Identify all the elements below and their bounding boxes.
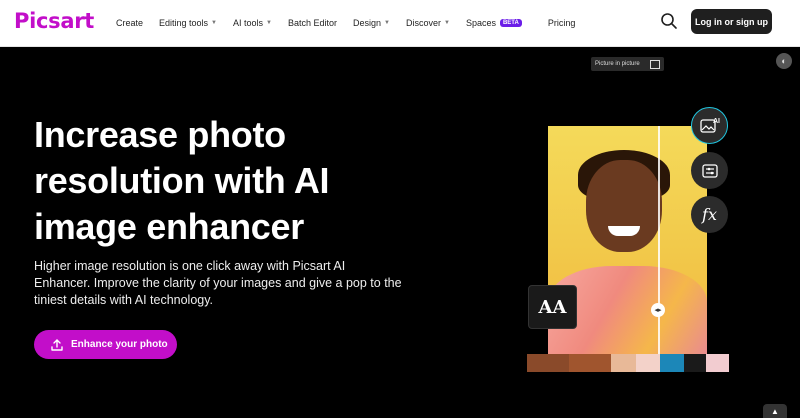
nav-label: Design: [353, 18, 382, 28]
search-icon[interactable]: [660, 12, 678, 30]
chevron-down-icon: ▼: [211, 20, 217, 26]
ai-image-tool-button[interactable]: AI: [691, 107, 728, 144]
nav-design[interactable]: Design ▼: [353, 18, 390, 28]
palette-swatch: [611, 354, 636, 372]
color-palette: [527, 354, 729, 372]
nav-label: Pricing: [547, 18, 576, 28]
photo-smile: [608, 226, 640, 236]
enhance-photo-button[interactable]: Enhance your photo: [34, 330, 177, 359]
palette-swatch: [660, 354, 684, 372]
hero-title: Increase photo resolution with AI image …: [34, 114, 330, 247]
nav-label: Create: [116, 18, 144, 28]
hero-subtitle: Higher image resolution is one click awa…: [34, 259, 402, 307]
settings-toggle-icon[interactable]: ◐: [776, 53, 792, 69]
picture-in-picture-button[interactable]: Picture in picture: [591, 57, 664, 71]
effects-icon: fx: [702, 205, 717, 224]
pip-icon: [650, 60, 660, 69]
nav-label: Discover: [405, 18, 441, 28]
ai-tool-label: AI: [713, 118, 720, 125]
main-nav: Create Editing tools ▼ AI tools ▼ Batch Ed…: [116, 0, 591, 46]
nav-pricing[interactable]: Pricing: [548, 18, 576, 28]
nav-discover[interactable]: Discover ▼: [406, 18, 450, 28]
picsart-logo[interactable]: Picsart: [14, 9, 94, 33]
nav-editing-tools[interactable]: Editing tools ▼: [159, 18, 217, 28]
font-style-tile: AA: [528, 285, 577, 329]
nav-spaces[interactable]: Spaces BETA: [466, 18, 522, 28]
comparison-divider[interactable]: [658, 126, 660, 354]
palette-swatch: [706, 354, 729, 372]
effects-tool-button[interactable]: fx: [691, 196, 728, 233]
adjust-icon: [701, 163, 718, 178]
chevron-down-icon: ▼: [443, 20, 450, 26]
nav-batch-editor[interactable]: Batch Editor: [288, 18, 337, 28]
palette-swatch: [569, 354, 611, 372]
nav-label: Spaces: [465, 18, 496, 28]
palette-swatch: [636, 354, 660, 372]
chevron-down-icon: ▼: [384, 20, 390, 26]
nav-ai-tools[interactable]: AI tools ▼: [233, 18, 272, 28]
adjust-tool-button[interactable]: [691, 152, 728, 189]
pip-label: Picture in picture: [595, 61, 640, 67]
compare-slider-handle[interactable]: ◂▸: [651, 303, 665, 317]
chevron-down-icon: ▼: [266, 20, 272, 26]
nav-label: AI tools: [233, 18, 264, 28]
photo-face: [586, 160, 662, 252]
nav-label: Editing tools: [159, 18, 209, 28]
upload-icon: [51, 338, 63, 351]
palette-swatch: [527, 354, 569, 372]
nav-create[interactable]: Create: [116, 18, 143, 28]
cta-label: Enhance your photo: [71, 339, 168, 350]
nav-label: Batch Editor: [287, 18, 337, 28]
top-navbar: Picsart Create Editing tools ▼ AI tools ▼ …: [0, 0, 800, 47]
palette-swatch: [684, 354, 706, 372]
login-signup-button[interactable]: Log in or sign up: [691, 9, 772, 34]
beta-badge: BETA: [499, 19, 522, 27]
